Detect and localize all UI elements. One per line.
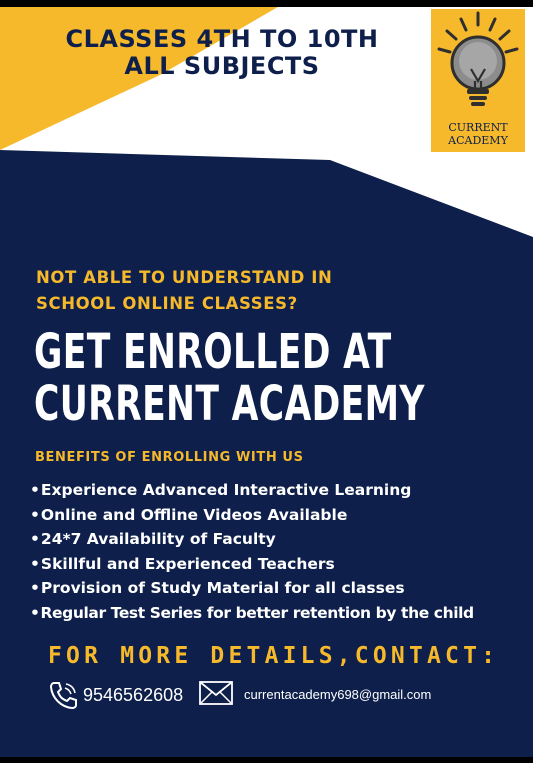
benefits-title: BENEFITS OF ENROLLING WITH US <box>35 450 304 465</box>
question-line-2: SCHOOL ONLINE CLASSES? <box>36 294 298 313</box>
contact-heading: FOR MORE DETAILS,CONTACT: <box>48 643 500 669</box>
benefit-text: 24*7 Availability of Faculty <box>40 530 276 548</box>
lightbulb-icon <box>437 11 519 106</box>
benefit-text: Provision of Study Material for all clas… <box>40 579 405 597</box>
headline-line-2: ALL SUBJECTS <box>124 52 320 80</box>
contact-row: 9546562608 currentacademy698@gmail.com <box>48 678 518 714</box>
logo-text: CURRENT ACADEMY <box>431 121 525 147</box>
headline-line-1: CLASSES 4TH TO 10TH <box>65 25 379 53</box>
question-text: NOT ABLE TO UNDERSTAND IN SCHOOL ONLINE … <box>36 265 396 317</box>
top-frame-bar <box>0 0 533 7</box>
headline: CLASSES 4TH TO 10TH ALL SUBJECTS <box>22 26 422 80</box>
logo-line-1: CURRENT <box>448 121 508 134</box>
benefit-item: •Skillful and Experienced Teachers <box>30 554 335 573</box>
benefit-text: Skillful and Experienced Teachers <box>40 554 335 573</box>
benefit-item: •Provision of Study Material for all cla… <box>30 579 405 597</box>
question-line-1: NOT ABLE TO UNDERSTAND IN <box>36 268 333 287</box>
benefit-item: •Online and Offline Videos Available <box>30 505 348 524</box>
envelope-icon <box>199 681 233 705</box>
benefit-item: •24*7 Availability of Faculty <box>30 530 276 548</box>
email-address[interactable]: currentacademy698@gmail.com <box>244 685 431 705</box>
benefit-text: Online and Offline Videos Available <box>40 505 348 524</box>
benefits-list: •Experience Advanced Interactive Learnin… <box>30 478 530 625</box>
benefit-text: Experience Advanced Interactive Learning <box>40 481 412 499</box>
phone-number[interactable]: 9546562608 <box>83 683 183 707</box>
enroll-line-2: CURRENT ACADEMY <box>34 376 425 432</box>
academy-logo: CURRENT ACADEMY <box>431 9 525 152</box>
enroll-headline: GET ENROLLED AT CURRENT ACADEMY <box>34 324 425 432</box>
phone-icon <box>49 682 77 710</box>
logo-line-2: ACADEMY <box>448 134 508 147</box>
benefit-text: Regular Test Series for better retention… <box>40 603 475 622</box>
bottom-frame-bar <box>0 757 533 763</box>
poster: CLASSES 4TH TO 10TH ALL SUBJECTS CURRENT… <box>0 0 533 763</box>
benefit-item: •Regular Test Series for better retentio… <box>30 603 475 622</box>
benefit-item: •Experience Advanced Interactive Learnin… <box>30 481 412 499</box>
enroll-line-1: GET ENROLLED AT <box>34 324 392 380</box>
